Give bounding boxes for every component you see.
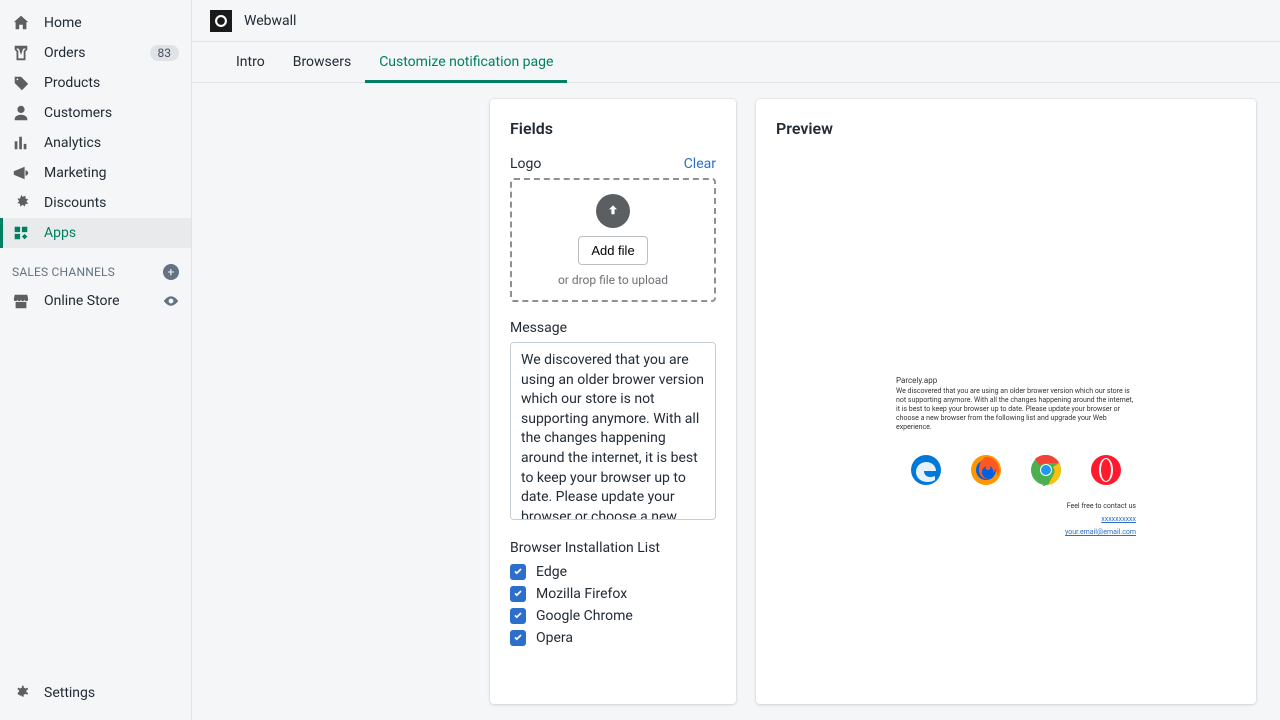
logo-dropzone[interactable]: Add file or drop file to upload — [510, 178, 716, 302]
nav-label: Apps — [44, 225, 76, 241]
chrome-icon — [1030, 454, 1062, 486]
tab-intro[interactable]: Intro — [222, 42, 279, 82]
tab-customize[interactable]: Customize notification page — [365, 42, 567, 82]
nav-analytics[interactable]: Analytics — [0, 128, 191, 158]
tabs: Intro Browsers Customize notification pa… — [192, 42, 1280, 83]
browser-label: Google Chrome — [536, 608, 633, 624]
contact-phone[interactable]: xxxxxxxxxx — [896, 515, 1136, 523]
opera-icon — [1090, 454, 1122, 486]
browser-check-opera[interactable]: Opera — [510, 630, 716, 646]
browser-label: Opera — [536, 630, 573, 646]
browser-label: Mozilla Firefox — [536, 586, 627, 602]
preview-card: Preview Parcely.app We discovered that y… — [756, 99, 1256, 704]
section-label: SALES CHANNELS — [12, 265, 115, 279]
edge-icon — [910, 454, 942, 486]
orders-badge: 83 — [150, 45, 180, 61]
browser-check-firefox[interactable]: Mozilla Firefox — [510, 586, 716, 602]
contact-text: Feel free to contact us — [1067, 502, 1136, 510]
nav-label: Orders — [44, 45, 86, 61]
drop-hint: or drop file to upload — [558, 273, 668, 287]
checkbox-icon — [510, 608, 526, 624]
logo-label: Logo — [510, 156, 541, 172]
preview-site-name: Parcely.app — [896, 376, 1136, 385]
nav-label: Online Store — [44, 293, 120, 309]
nav-products[interactable]: Products — [0, 68, 191, 98]
nav-label: Home — [44, 15, 82, 31]
checkbox-icon — [510, 564, 526, 580]
apps-icon — [12, 224, 30, 242]
nav-label: Marketing — [44, 165, 107, 181]
app-header: Webwall — [192, 0, 1280, 42]
message-label: Message — [510, 320, 716, 336]
home-icon — [12, 14, 30, 32]
nav-discounts[interactable]: Discounts — [0, 188, 191, 218]
preview-message: We discovered that you are using an olde… — [896, 387, 1136, 432]
preview-browser-icons — [896, 454, 1136, 486]
sales-channels-header: SALES CHANNELS + — [0, 248, 191, 286]
nav-label: Customers — [44, 105, 112, 121]
store-icon — [12, 292, 30, 310]
nav-label: Analytics — [44, 135, 101, 151]
nav-marketing[interactable]: Marketing — [0, 158, 191, 188]
nav-settings[interactable]: Settings — [0, 678, 191, 720]
checkbox-icon — [510, 586, 526, 602]
orders-icon — [12, 44, 30, 62]
preview-body: Parcely.app We discovered that you are u… — [776, 156, 1236, 546]
content: Fields Logo Clear Add file or drop file … — [192, 83, 1280, 720]
nav-online-store[interactable]: Online Store — [0, 286, 191, 316]
nav-label: Products — [44, 75, 100, 91]
upload-icon — [596, 194, 630, 228]
checkbox-icon — [510, 630, 526, 646]
browser-label: Edge — [536, 564, 567, 580]
firefox-icon — [970, 454, 1002, 486]
clear-logo-link[interactable]: Clear — [684, 156, 716, 172]
nav-label: Settings — [44, 685, 95, 701]
nav-label: Discounts — [44, 195, 106, 211]
discount-icon — [12, 194, 30, 212]
message-textarea[interactable] — [510, 342, 716, 520]
sidebar: Home Orders 83 Products Customers Analyt… — [0, 0, 192, 720]
add-channel-icon[interactable]: + — [163, 264, 179, 280]
eye-icon[interactable] — [163, 293, 179, 309]
tag-icon — [12, 74, 30, 92]
app-logo — [210, 10, 232, 32]
nav-customers[interactable]: Customers — [0, 98, 191, 128]
contact-email[interactable]: your.email@email.com — [896, 528, 1136, 536]
preview-title: Preview — [776, 119, 1236, 138]
nav-apps[interactable]: Apps — [0, 218, 191, 248]
add-file-button[interactable]: Add file — [578, 236, 647, 265]
browser-list-label: Browser Installation List — [510, 540, 716, 556]
app-title: Webwall — [244, 13, 296, 29]
fields-title: Fields — [510, 119, 716, 138]
main: Webwall Intro Browsers Customize notific… — [192, 0, 1280, 720]
preview-contact: Feel free to contact us xxxxxxxxxx your.… — [896, 502, 1136, 536]
megaphone-icon — [12, 164, 30, 182]
analytics-icon — [12, 134, 30, 152]
nav-orders[interactable]: Orders 83 — [0, 38, 191, 68]
tab-browsers[interactable]: Browsers — [279, 42, 365, 82]
browser-check-chrome[interactable]: Google Chrome — [510, 608, 716, 624]
fields-card: Fields Logo Clear Add file or drop file … — [490, 99, 736, 704]
nav-home[interactable]: Home — [0, 8, 191, 38]
browser-check-edge[interactable]: Edge — [510, 564, 716, 580]
person-icon — [12, 104, 30, 122]
gear-icon — [12, 684, 30, 702]
